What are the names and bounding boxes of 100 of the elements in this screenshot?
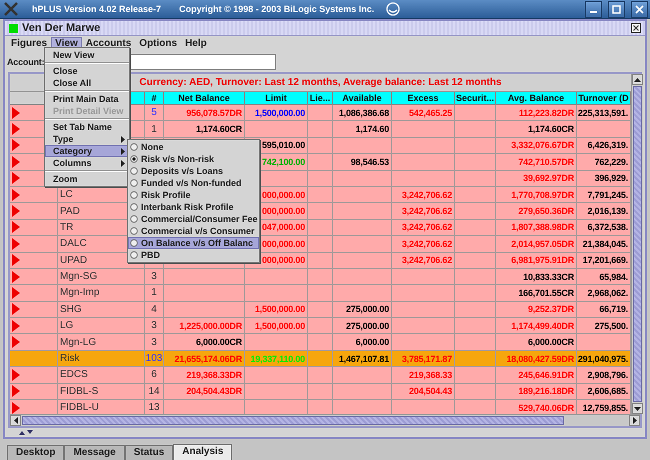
maximize-button[interactable] bbox=[608, 0, 625, 18]
table-cell: Mgn-Imp bbox=[60, 287, 100, 298]
table-row[interactable]: FIDBL-S 14 204,504.43DR 204,504.43 189,216.18DR 2,606,685. bbox=[10, 384, 631, 400]
column-header[interactable]: Available bbox=[333, 92, 392, 105]
tab[interactable]: Analysis bbox=[173, 444, 232, 460]
row-marker-icon bbox=[12, 106, 20, 119]
tab[interactable]: Message bbox=[64, 445, 125, 460]
menu-item[interactable]: Zoom bbox=[45, 173, 129, 185]
table-cell: 3,242,706.62 bbox=[402, 222, 452, 232]
table-row[interactable]: SHG 4 1,500,000.00 275,000.00 9,252.37DR 66,719. bbox=[10, 302, 631, 318]
table-cell: 18,080,427.59DR bbox=[506, 354, 574, 364]
table-cell: 219,368.33 bbox=[408, 370, 452, 380]
menu-bar-item[interactable]: Options bbox=[135, 37, 182, 51]
scroll-left-icon[interactable] bbox=[14, 417, 18, 424]
menu-bar-item[interactable]: Help bbox=[181, 37, 211, 51]
table-cell: 1,086,386.68 bbox=[338, 108, 389, 118]
table-cell: 291,040,975. bbox=[578, 354, 628, 364]
table-cell: 5 bbox=[151, 107, 157, 118]
table-cell: FIDBL-S bbox=[60, 386, 98, 397]
table-cell: Mgn-LG bbox=[60, 336, 96, 348]
row-marker-icon bbox=[12, 205, 20, 218]
table-cell: 000,000.00 bbox=[262, 255, 305, 266]
table-cell: 2,968,062. bbox=[587, 288, 628, 298]
table-cell: 1,500,000.00 bbox=[254, 320, 305, 331]
menu-item[interactable]: New View bbox=[45, 49, 129, 61]
table-cell: 1,174.60CR bbox=[528, 124, 574, 134]
column-header[interactable]: Securit... bbox=[455, 92, 496, 105]
table-cell: 7,791,245. bbox=[587, 190, 628, 200]
table-cell: 1,770,708.97DR bbox=[511, 190, 574, 200]
column-header[interactable]: Avg. Balance bbox=[496, 92, 577, 105]
table-cell: 98,546.53 bbox=[350, 156, 389, 167]
table-cell: 2,606,685. bbox=[587, 386, 628, 396]
table-cell: 3,242,706.62 bbox=[402, 255, 452, 266]
table-cell: 3 bbox=[151, 336, 157, 348]
radio-menu-item[interactable]: Interbank Risk Profile bbox=[128, 201, 259, 213]
table-row[interactable]: EDCS 6 219,368.33DR 219,368.33 245,646.91DR 2,908,796. bbox=[10, 367, 631, 384]
table-cell: 529,740.06DR bbox=[518, 402, 574, 413]
radio-menu-item[interactable]: Risk Profile bbox=[128, 189, 259, 201]
table-cell: 1,174.60CR bbox=[196, 124, 242, 134]
table-row[interactable]: FIDBL-U 13 529,740.06DR 12,759,855. bbox=[10, 400, 631, 414]
column-header[interactable]: Net Balance bbox=[164, 92, 245, 105]
column-header[interactable]: Turnover (D bbox=[577, 92, 631, 105]
close-button[interactable] bbox=[631, 0, 648, 18]
table-row[interactable]: LG 3 1,225,000.00DR 1,500,000.00 275,000.00 1,174,499.40DR 275,500. bbox=[10, 318, 631, 334]
horizontal-scrollbar[interactable] bbox=[10, 414, 640, 426]
radio-menu-item[interactable]: None bbox=[128, 141, 259, 153]
menu-item[interactable]: Close bbox=[45, 65, 129, 77]
table-row[interactable]: Mgn-LG 3 6,000.00CR 6,000.00 6,000.00CR bbox=[10, 334, 631, 351]
radio-menu-item[interactable]: Funded v/s Non-funded bbox=[128, 177, 259, 189]
radio-menu-item[interactable]: On Balance v/s Off Balanc bbox=[128, 237, 259, 249]
row-marker-icon bbox=[12, 320, 20, 332]
table-cell: 3,332,076.67DR bbox=[511, 140, 574, 150]
table-row[interactable]: Mgn-Imp 1 166,701.55CR 2,968,062. bbox=[10, 285, 631, 302]
close-icon[interactable] bbox=[631, 23, 641, 33]
table-cell: 956,078.57DR bbox=[186, 108, 242, 118]
menu-bar-item[interactable]: Figures bbox=[7, 37, 52, 51]
column-header[interactable]: # bbox=[145, 92, 164, 105]
table-cell: 103 bbox=[146, 353, 162, 364]
scroll-down-icon[interactable] bbox=[634, 406, 641, 410]
table-cell: 396,929. bbox=[594, 173, 628, 184]
vertical-scrollbar[interactable] bbox=[631, 74, 643, 414]
column-header[interactable]: Excess bbox=[392, 92, 455, 105]
row-marker-icon bbox=[12, 238, 20, 250]
menu-item[interactable]: Set Tab Name bbox=[45, 121, 129, 133]
table-cell: 19,337,110.00 bbox=[250, 354, 305, 364]
minimize-button[interactable] bbox=[585, 0, 602, 18]
copyright-text: Copyright © 1998 - 2003 BiLogic Systems Inc. bbox=[179, 4, 374, 14]
tab[interactable]: Desktop bbox=[7, 445, 64, 460]
radio-menu-item[interactable]: Commercial v/s Consumer bbox=[128, 225, 259, 237]
column-header[interactable]: Limit bbox=[245, 92, 308, 105]
table-cell: 1 bbox=[151, 124, 157, 135]
row-marker-icon bbox=[12, 303, 20, 316]
row-marker-icon bbox=[12, 172, 20, 184]
row-marker-icon bbox=[12, 221, 20, 234]
table-cell: 189,216.18DR bbox=[518, 386, 574, 396]
menu-bar-item[interactable]: Accounts bbox=[82, 37, 136, 51]
table-cell: LC bbox=[60, 189, 73, 200]
menu-item[interactable]: Columns bbox=[45, 157, 129, 169]
menu-item[interactable]: Close All bbox=[45, 77, 129, 89]
tab[interactable]: Status bbox=[124, 445, 174, 460]
table-row[interactable]: Risk 103 21,655,174.06DR 19,337,110.00 1,467,107.81 3,785,171.87 18,080,427.59DR 291,040,975. bbox=[10, 350, 631, 368]
table-cell: 762,229. bbox=[594, 156, 628, 167]
scroll-right-icon[interactable] bbox=[632, 417, 636, 424]
row-marker-icon bbox=[12, 385, 20, 398]
table-cell: 6,000.00CR bbox=[528, 337, 574, 348]
radio-menu-item[interactable]: Risk v/s Non-risk bbox=[128, 153, 259, 165]
minimize-icon bbox=[590, 11, 597, 13]
scroll-up-icon[interactable] bbox=[634, 78, 641, 82]
table-cell: PAD bbox=[60, 206, 80, 217]
app-title: hPLUS Version 4.02 Release-7 bbox=[32, 4, 162, 14]
table-cell: Risk bbox=[60, 353, 80, 364]
menu-item[interactable]: Print Main Data bbox=[45, 93, 129, 105]
column-header[interactable]: Lie... bbox=[308, 92, 333, 105]
table-row[interactable]: Mgn-SG 3 10,833.33CR 65,984. bbox=[10, 268, 631, 286]
table-cell: 204,504.43DR bbox=[186, 386, 242, 396]
menu-item[interactable]: Category bbox=[45, 145, 129, 157]
table-cell: 3,242,706.62 bbox=[402, 238, 452, 249]
table-cell: UPAD bbox=[60, 254, 88, 266]
table-cell: 6,426,319. bbox=[587, 140, 628, 150]
splitter-arrows-icon[interactable] bbox=[19, 430, 33, 435]
